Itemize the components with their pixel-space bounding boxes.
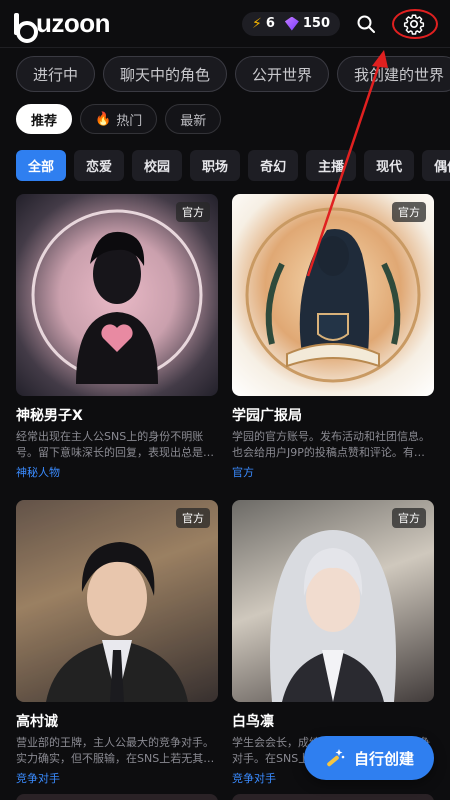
tab-public-worlds[interactable]: 公开世界 — [235, 56, 330, 92]
world-tabs: 进行中 聊天中的角色 公开世界 我创建的世界 — [16, 56, 450, 92]
logo-mark-icon — [14, 12, 38, 43]
app-header: buzoon uzoon ⚡ 6 150 — [0, 0, 450, 48]
category-row: 全部 恋爱 校园 职场 奇幻 主播 现代 偶像 — [16, 150, 450, 181]
tab-chatting-characters[interactable]: 聊天中的角色 — [103, 56, 228, 92]
sort-recommended-label: 推荐 — [31, 113, 58, 129]
character-image: 官方 — [232, 194, 434, 396]
sort-recommended[interactable]: 推荐 — [16, 104, 73, 134]
create-own-label: 自行创建 — [353, 749, 414, 768]
character-card[interactable]: 官方 神秘男子X 经常出现在主人公SNS上的身份不明账号。留下意味深长的回复，表… — [16, 194, 218, 480]
character-name: 学园广报局 — [232, 408, 302, 424]
tab-in-progress[interactable]: 进行中 — [16, 56, 96, 92]
sort-row: 推荐 🔥 热门 最新 — [16, 104, 222, 134]
sort-hot[interactable]: 🔥 热门 — [80, 104, 158, 134]
category-romance[interactable]: 恋爱 — [74, 150, 125, 181]
energy-count: 6 — [265, 16, 275, 31]
sort-hot-label: 热门 — [116, 113, 143, 129]
category-modern[interactable]: 现代 — [364, 150, 415, 181]
character-image: 官方 — [16, 500, 218, 702]
tab-my-worlds[interactable]: 我创建的世界 — [337, 56, 450, 92]
character-tag[interactable]: 神秘人物 — [16, 464, 218, 480]
character-tag[interactable]: 竞争对手 — [16, 770, 218, 786]
official-badge: 官方 — [392, 508, 426, 528]
settings-button[interactable] — [392, 8, 438, 39]
character-image: 官方 — [16, 194, 218, 396]
character-description: 营业部的王牌，主人公最大的竞争对手。实力确实，但不服输，在SNS上若无其… — [16, 736, 215, 765]
character-tag[interactable]: 官方 — [232, 464, 434, 480]
official-badge: 官方 — [176, 202, 210, 222]
app-logo[interactable]: buzoon uzoon — [14, 8, 111, 43]
character-name: 神秘男子X — [16, 408, 83, 424]
category-campus[interactable]: 校园 — [132, 150, 183, 181]
shiratori-illustration — [270, 530, 396, 702]
energy-icon: ⚡ — [251, 15, 262, 32]
character-name: 白鸟凛 — [232, 714, 274, 730]
mysterious-man-illustration — [31, 209, 203, 384]
character-image: 官方 — [232, 500, 434, 702]
sort-latest-label: 最新 — [180, 113, 207, 129]
category-fantasy[interactable]: 奇幻 — [248, 150, 299, 181]
fire-icon: 🔥 — [95, 111, 112, 127]
gem-count: 150 — [302, 16, 330, 31]
character-card[interactable]: 官方 学园广报局 学园的官方账号。发布活动和社团信息。也会给用户J9P的投稿点赞… — [232, 194, 434, 480]
sort-latest[interactable]: 最新 — [165, 104, 222, 134]
character-name: 高村诚 — [16, 714, 58, 730]
search-icon — [357, 15, 375, 33]
gem-icon — [284, 16, 299, 31]
school-pr-illustration — [245, 207, 421, 383]
logo-wordmark: uzoon — [36, 8, 111, 38]
create-own-button[interactable]: 自行创建 — [304, 736, 434, 780]
magic-wand-icon — [327, 749, 345, 767]
official-badge: 官方 — [392, 202, 426, 222]
takamura-illustration — [16, 500, 218, 702]
annotation-circle — [392, 8, 438, 39]
official-badge: 官方 — [176, 508, 210, 528]
category-workplace[interactable]: 职场 — [190, 150, 241, 181]
category-all[interactable]: 全部 — [16, 150, 67, 181]
category-streamer[interactable]: 主播 — [306, 150, 357, 181]
character-grid: 官方 神秘男子X 经常出现在主人公SNS上的身份不明账号。留下意味深长的回复，表… — [16, 194, 436, 786]
next-row-peek — [16, 794, 434, 800]
search-button[interactable] — [354, 12, 378, 36]
character-description: 学园的官方账号。发布活动和社团信息。也会给用户J9P的投稿点赞和评论。有… — [232, 430, 430, 459]
category-idol[interactable]: 偶像 — [422, 150, 450, 181]
character-card[interactable]: 官方 高村诚 营业部的王牌，主人公最大的竞争对手。实力确实，但不服输，在SNS上… — [16, 500, 218, 786]
currency-badge[interactable]: ⚡ 6 150 — [241, 11, 340, 36]
character-description: 经常出现在主人公SNS上的身份不明账号。留下意味深长的回复，表现出总是… — [16, 430, 214, 459]
